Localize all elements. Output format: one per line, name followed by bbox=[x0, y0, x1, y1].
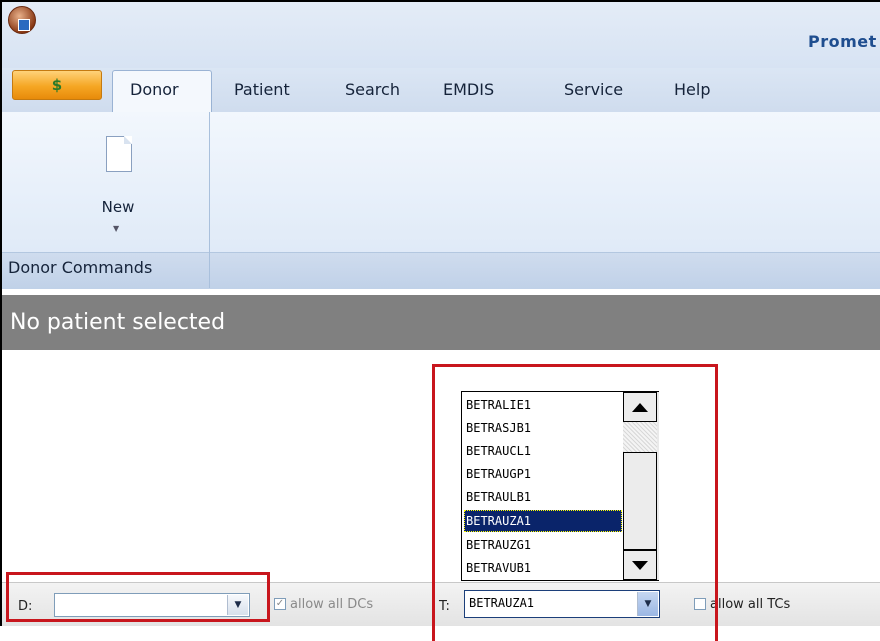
chevron-down-icon[interactable]: ▼ bbox=[113, 224, 119, 233]
patient-status-text: No patient selected bbox=[10, 310, 226, 335]
highlight-box-t-field bbox=[432, 364, 718, 641]
tab-search[interactable]: Search bbox=[345, 80, 400, 99]
tab-emdis[interactable]: EMDIS bbox=[443, 80, 494, 99]
new-button[interactable]: New bbox=[90, 198, 146, 216]
allow-all-dcs-label: allow all DCs bbox=[290, 597, 374, 612]
tab-patient[interactable]: Patient bbox=[234, 80, 290, 99]
title-bar bbox=[2, 2, 880, 68]
tab-service[interactable]: Service bbox=[564, 80, 623, 99]
dollar-icon: $ bbox=[51, 76, 63, 94]
allow-all-tcs-label: allow all TCs bbox=[710, 597, 791, 612]
ribbon-tab-row: $ Donor Patient Search EMDIS Service Hel… bbox=[2, 68, 880, 113]
tab-help[interactable]: Help bbox=[674, 80, 710, 99]
ribbon-group-label: Donor Commands bbox=[8, 258, 153, 277]
highlight-box-d-field bbox=[6, 572, 270, 622]
app-logo-icon[interactable] bbox=[8, 6, 36, 34]
application-menu-button[interactable]: $ bbox=[12, 70, 102, 100]
new-document-icon[interactable] bbox=[106, 136, 132, 172]
allow-all-dcs-checkbox[interactable]: ✓ bbox=[274, 598, 286, 610]
app-title: Promet bbox=[808, 32, 877, 51]
tab-donor-label[interactable]: Donor bbox=[130, 80, 179, 99]
